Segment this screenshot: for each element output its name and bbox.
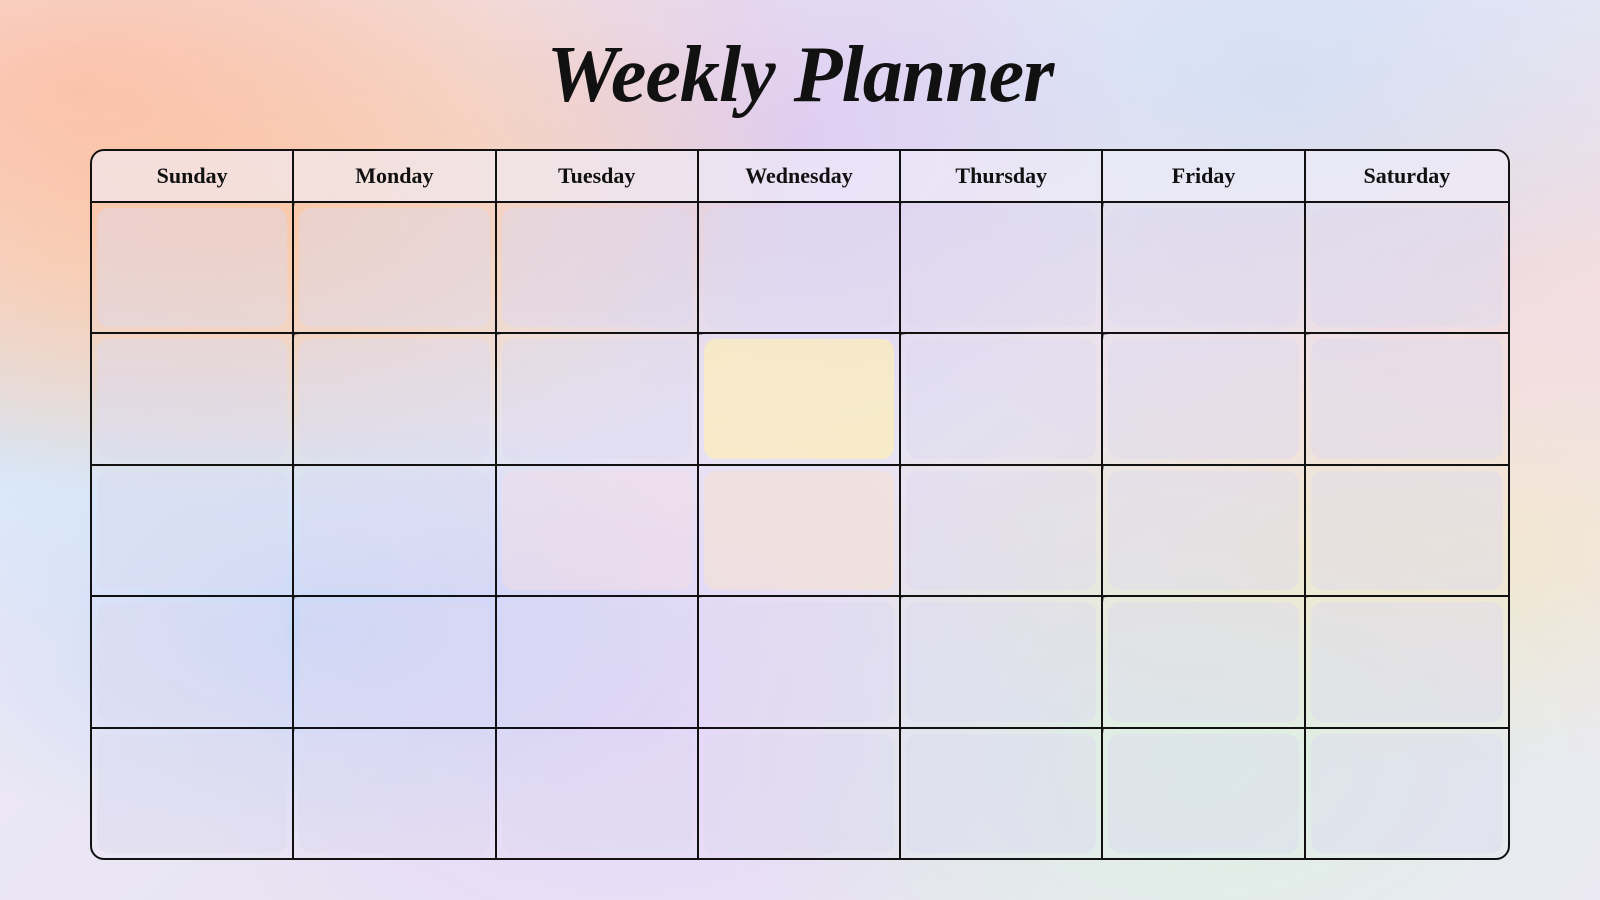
main-container: Weekly Planner Sunday Monday Tuesday Wed… — [0, 0, 1600, 900]
header-thursday: Thursday — [901, 151, 1103, 201]
cell-r1-sun[interactable] — [92, 203, 294, 332]
page-title: Weekly Planner — [547, 30, 1054, 121]
cell-r3-tue[interactable] — [497, 466, 699, 595]
cell-r5-sun[interactable] — [92, 729, 294, 858]
cell-r3-thu[interactable] — [901, 466, 1103, 595]
week-row-3 — [92, 466, 1508, 597]
cell-r1-tue[interactable] — [497, 203, 699, 332]
week-row-4 — [92, 597, 1508, 728]
header-monday: Monday — [294, 151, 496, 201]
cell-r3-wed[interactable] — [699, 466, 901, 595]
cell-r1-sat[interactable] — [1306, 203, 1508, 332]
cell-r2-sat[interactable] — [1306, 334, 1508, 463]
cell-r4-wed[interactable] — [699, 597, 901, 726]
header-friday: Friday — [1103, 151, 1305, 201]
cell-r5-fri[interactable] — [1103, 729, 1305, 858]
cell-r3-fri[interactable] — [1103, 466, 1305, 595]
cell-r4-sun[interactable] — [92, 597, 294, 726]
cell-r4-mon[interactable] — [294, 597, 496, 726]
cell-r5-thu[interactable] — [901, 729, 1103, 858]
header-tuesday: Tuesday — [497, 151, 699, 201]
calendar-body — [92, 203, 1508, 858]
cell-r2-thu[interactable] — [901, 334, 1103, 463]
cell-r5-mon[interactable] — [294, 729, 496, 858]
cell-r3-sun[interactable] — [92, 466, 294, 595]
cell-r2-mon[interactable] — [294, 334, 496, 463]
cell-r4-fri[interactable] — [1103, 597, 1305, 726]
cell-r2-sun[interactable] — [92, 334, 294, 463]
week-row-5 — [92, 729, 1508, 858]
planner-grid: Sunday Monday Tuesday Wednesday Thursday… — [90, 149, 1510, 860]
cell-r5-wed[interactable] — [699, 729, 901, 858]
week-row-2 — [92, 334, 1508, 465]
cell-r3-mon[interactable] — [294, 466, 496, 595]
cell-r2-tue[interactable] — [497, 334, 699, 463]
cell-r1-fri[interactable] — [1103, 203, 1305, 332]
cell-r5-sat[interactable] — [1306, 729, 1508, 858]
cell-r1-thu[interactable] — [901, 203, 1103, 332]
cell-r3-sat[interactable] — [1306, 466, 1508, 595]
week-row-1 — [92, 203, 1508, 334]
cell-r2-fri[interactable] — [1103, 334, 1305, 463]
cell-r1-wed[interactable] — [699, 203, 901, 332]
cell-r1-mon[interactable] — [294, 203, 496, 332]
header-sunday: Sunday — [92, 151, 294, 201]
cell-r4-thu[interactable] — [901, 597, 1103, 726]
cell-r2-wed[interactable] — [699, 334, 901, 463]
header-wednesday: Wednesday — [699, 151, 901, 201]
cell-r5-tue[interactable] — [497, 729, 699, 858]
header-saturday: Saturday — [1306, 151, 1508, 201]
cell-r4-tue[interactable] — [497, 597, 699, 726]
cell-r4-sat[interactable] — [1306, 597, 1508, 726]
header-row: Sunday Monday Tuesday Wednesday Thursday… — [92, 151, 1508, 203]
